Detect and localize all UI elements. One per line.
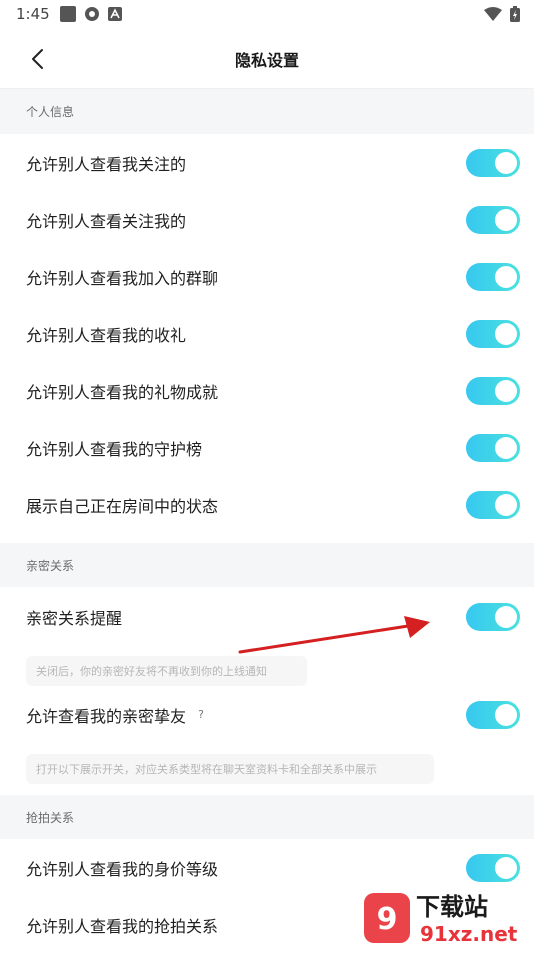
toggle-switch[interactable]	[466, 205, 520, 234]
text-notification-icon	[108, 7, 122, 21]
toggle-knob	[495, 208, 517, 231]
setting-row: 允许别人查看关注我的	[0, 191, 534, 248]
section-header-auction-relations: 抢拍关系	[0, 795, 534, 839]
toggle-switch[interactable]	[466, 490, 520, 519]
watermark-title: 下载站	[416, 893, 488, 921]
setting-row: 允许别人查看我的守护榜	[0, 419, 534, 476]
setting-label: 允许别人查看我的收礼	[26, 325, 187, 345]
setting-label: 允许别人查看关注我的	[26, 211, 187, 231]
setting-row: 展示自己正在房间中的状态	[0, 476, 534, 533]
status-time: 1:45	[16, 5, 50, 23]
status-bar: 1:45	[0, 0, 534, 30]
setting-label: 允许别人查看我的抢拍关系	[26, 916, 219, 936]
watermark-logo: 9 下载站 91xz.net	[364, 893, 518, 946]
toggle-switch[interactable]	[466, 853, 520, 882]
red-arrow-annotation	[238, 616, 430, 654]
setting-row: 允许别人查看我加入的群聊	[0, 248, 534, 305]
toggle-knob	[495, 265, 517, 288]
page-title: 隐私设置	[234, 51, 299, 70]
toggle-knob	[495, 605, 517, 628]
setting-label: 允许别人查看我关注的	[26, 154, 187, 174]
app-header: 隐私设置	[0, 30, 534, 89]
toggle-knob	[495, 379, 517, 402]
section-header-personal-info: 个人信息	[0, 89, 534, 134]
notification-icons	[60, 6, 122, 22]
toggle-switch[interactable]	[466, 602, 520, 631]
toggle-switch[interactable]	[466, 700, 520, 729]
toggle-switch[interactable]	[466, 148, 520, 177]
setting-row: 允许别人查看我的礼物成就	[0, 362, 534, 419]
setting-label: 展示自己正在房间中的状态	[26, 496, 219, 516]
setting-label: 允许查看我的亲密挚友	[26, 706, 187, 726]
watermark-url: 91xz.net	[420, 922, 518, 946]
svg-text:9: 9	[377, 902, 398, 937]
section-header-intimate-relations: 亲密关系	[0, 543, 534, 587]
hint-text: 打开以下展示开关，对应关系类型将在聊天室资料卡和全部关系中展示	[26, 754, 434, 784]
toggle-knob	[495, 703, 517, 726]
setting-label: 允许别人查看我的身价等级	[26, 859, 219, 879]
toggle-knob	[495, 322, 517, 345]
setting-row: 允许别人查看我关注的	[0, 134, 534, 191]
toggle-knob	[495, 493, 517, 516]
battery-icon	[510, 6, 520, 22]
setting-label: 亲密关系提醒	[26, 608, 123, 628]
toggle-knob	[495, 856, 517, 879]
setting-label: 允许别人查看我加入的群聊	[26, 268, 219, 288]
toggle-switch[interactable]	[466, 433, 520, 462]
setting-label: 允许别人查看我的礼物成就	[26, 382, 219, 402]
app-notification-icon	[60, 6, 76, 22]
toggle-knob	[495, 436, 517, 459]
system-icons	[484, 6, 520, 22]
toggle-switch[interactable]	[466, 376, 520, 405]
toggle-switch[interactable]	[466, 319, 520, 348]
help-icon[interactable]: ?	[194, 707, 209, 722]
wifi-icon	[484, 7, 502, 21]
hint-text: 关闭后，你的亲密好友将不再收到你的上线通知	[26, 656, 307, 686]
setting-row: 允许查看我的亲密挚友 ?	[0, 686, 534, 743]
setting-row: 允许别人查看我的收礼	[0, 305, 534, 362]
setting-label: 允许别人查看我的守护榜	[26, 439, 203, 459]
toggle-switch[interactable]	[466, 262, 520, 291]
settings-notification-icon	[85, 7, 99, 21]
toggle-knob	[495, 151, 517, 174]
